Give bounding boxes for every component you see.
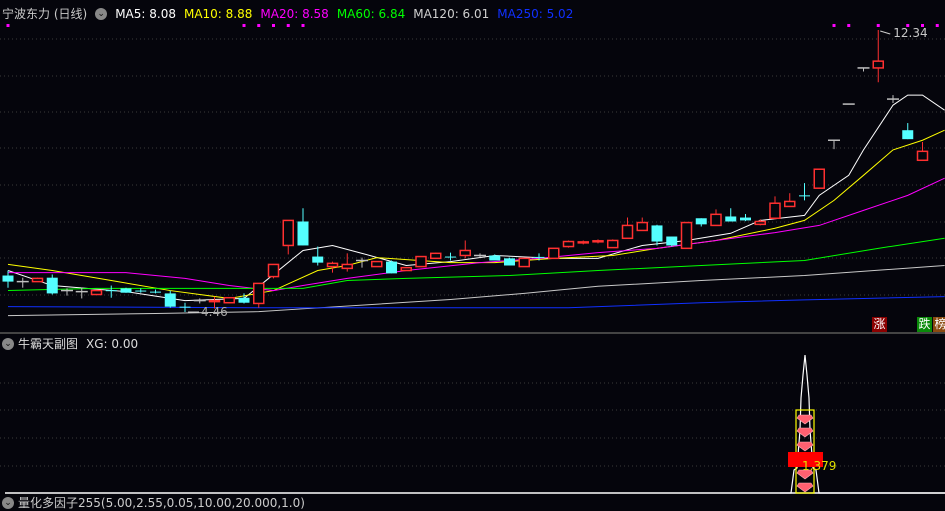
high-price-label: 12.34 [893,26,927,40]
candle-body [695,218,707,225]
candle-body [400,266,412,272]
candle-body [208,299,221,303]
candle-body [297,221,309,246]
indicator-value-label: 1.379 [802,459,836,473]
collapse-chevron-icon[interactable]: ⌄ [2,496,14,509]
candle-body [312,256,324,263]
ma-label-4: MA120: 6.01 [413,6,490,21]
bottom-panel-title: 量化多因子255(5.00,2.55,0.05,10.00,20.000,1.0… [18,496,305,510]
candle-body [651,225,663,242]
candle-body [31,277,44,283]
signal-dot [876,24,880,27]
sub-panel-legend: ⌄ 牛霸天副图 XG: 0.00 [2,335,138,352]
candle-body [282,219,294,247]
candle-body [607,239,619,249]
candle-body [592,240,604,243]
candle-body [90,289,103,296]
candle-body [459,249,471,257]
signal-dot [847,24,851,27]
candle-body [120,288,132,293]
signal-dot [6,24,10,27]
candle-body [238,297,250,303]
candle-body [784,200,796,208]
signal-dot [272,24,275,27]
candle-body [518,257,530,268]
candle-body [386,261,397,274]
candlestick-chart[interactable]: 12.34 4.46 1.379 [0,0,945,502]
candle-body [621,224,634,240]
main-legend: 宁波东力 (日线) ⌄ MA5: 8.08 MA10: 8.88 MA20: 8.5… [2,5,573,22]
signal-dot [301,24,305,27]
candle-body [769,202,781,220]
ma-label-5: MA250: 5.02 [497,6,574,21]
candle-body [223,296,235,304]
ma-label-2: MA20: 8.58 [260,6,329,21]
candle-body [754,220,766,226]
candle-body [253,282,265,305]
candle-body [326,262,339,268]
diamond-icon [796,441,814,452]
ma-label-0: MA5: 8.08 [115,6,176,21]
candle-body [666,236,678,246]
xg-value: XG: 0.00 [86,336,139,351]
stock-title: 宁波东力 (日线) [2,7,88,21]
candle-body [799,195,810,197]
fall-signal-badge: 跌 [917,317,932,332]
candle-body [504,258,515,266]
signal-dot [832,24,836,27]
candle-body [489,255,501,261]
collapse-chevron-icon[interactable]: ⌄ [95,7,108,20]
candle-body [341,263,353,270]
candle-body [371,260,383,268]
bottom-panel-legend: ⌄ 量化多因子255(5.00,2.55,0.05,10.00,20.000,1… [2,494,305,511]
candle-body [740,217,751,221]
signal-dot [257,24,261,27]
candle-body [105,290,117,292]
candle-body [46,277,58,294]
candle-body [680,221,693,250]
candle-body [636,221,648,232]
rise-signal-badge: 涨 [872,317,887,332]
collapse-chevron-icon[interactable]: ⌄ [2,337,14,350]
low-price-label: 4.46 [201,305,228,319]
candle-body [533,256,545,258]
candle-body [150,291,161,293]
ma-label-1: MA10: 8.88 [183,6,253,21]
candle-body [813,168,825,189]
ma-line-ma250 [7,296,945,309]
ma-line-ma10 [7,129,945,299]
candle-body [2,275,14,282]
candle-body [445,256,456,258]
diamond-icon [796,482,814,493]
diamond-icon [796,414,814,425]
candle-body [562,240,575,248]
ma-line-ma60 [7,237,945,292]
candle-body [916,150,929,162]
candle-body [872,60,884,69]
candle-body [415,255,427,268]
candle-body [577,241,589,244]
high-pointer [880,30,891,35]
signal-dot [242,24,246,27]
ma-label-3: MA60: 6.84 [336,6,406,21]
candle-body [430,252,442,260]
candle-body [179,306,191,308]
candle-body [710,213,722,227]
candle-body [548,247,560,260]
rank-signal-badge: 榜 [933,317,945,332]
candle-body [725,216,737,222]
signal-dot [935,24,939,27]
candle-body [135,290,147,292]
signal-dot [286,24,290,27]
ma-labels: MA5: 8.08 MA10: 8.88 MA20: 8.58 MA60: 6.84 M… [115,7,573,21]
candle-body [902,130,914,140]
candle-body [267,263,280,278]
sub-panel-title: 牛霸天副图 [18,337,79,351]
candle-body [164,293,176,307]
